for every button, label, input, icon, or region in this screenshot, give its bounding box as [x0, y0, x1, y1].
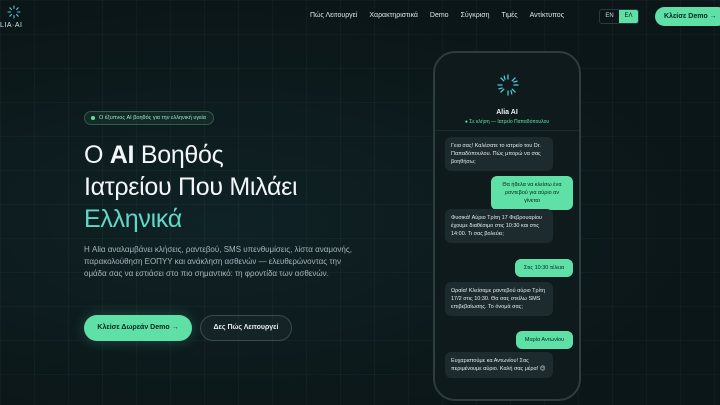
hero-title-line-3: Ελληνικά: [84, 205, 182, 233]
title-prefix: Ο: [84, 141, 110, 169]
phone-mockup: Alia AI ● Σε κλήση — Ιατρείο Παπαδόπουλο…: [433, 51, 581, 401]
nav-link-how-it-works[interactable]: Πώς Λειτουργεί: [310, 12, 357, 19]
nav-link-impact[interactable]: Αντίκτυπος: [530, 12, 564, 19]
chat-message-ai: Ωραία! Κλείσαμε ραντεβού αύριο Τρίτη 17/…: [445, 282, 553, 316]
hero-description: Η Aliα αναλαμβάνει κλήσεις, ραντεβού, SM…: [84, 245, 352, 279]
chat-message-ai: Ευχαριστούμε κα Αντωνίου! Σας περιμένουμ…: [445, 352, 553, 378]
hero-title-line-1: Ο AI Βοηθός: [84, 140, 224, 170]
hero-title-line-2: Ιατρείου Που Μιλάει: [84, 173, 298, 201]
language-toggle: EN ΕΛ: [599, 9, 639, 24]
top-navigation: LIA·AI Πώς Λειτουργεί Χαρακτηριστικά Dem…: [0, 0, 720, 34]
brand-logo[interactable]: LIA·AI: [0, 4, 36, 30]
badge-dot-icon: [91, 116, 95, 120]
badge-text: Ο έξυπνος AI βοηθός για την ελληνική υγε…: [99, 115, 206, 121]
chat-message-user: Στις 10:30 τέλεια: [515, 259, 573, 277]
call-status: ● Σε κλήση — Ιατρείο Παπαδόπουλου: [464, 119, 550, 125]
title-suffix: Βοηθός: [134, 141, 224, 169]
logo-icon: [7, 5, 21, 19]
nav-link-demo[interactable]: Demo: [430, 12, 449, 19]
chat-message-ai: Γεια σας! Καλέσατε το ιατρείο του Dr. Πα…: [445, 137, 553, 171]
chat-message-ai: Φυσικά! Αύριο Τρίτη 17 Φεβρουαρίου έχουμ…: [445, 209, 553, 243]
see-how-it-works-button[interactable]: Δες Πώς Λειτουργεί: [200, 315, 292, 341]
title-ai-word: AI: [109, 141, 135, 169]
chat-message-user: Θα ήθελα να κλείσω ένα ραντεβού για αύρι…: [491, 176, 573, 210]
book-free-demo-button[interactable]: Κλείσε Δωρεάν Demo →: [84, 315, 192, 341]
assistant-avatar-icon: [497, 74, 519, 96]
assistant-name: Alia AI: [496, 109, 518, 116]
nav-link-features[interactable]: Χαρακτηριστικά: [369, 12, 418, 19]
hero-badge: Ο έξυπνος AI βοηθός για την ελληνική υγε…: [84, 111, 214, 125]
lang-en-button[interactable]: EN: [600, 10, 619, 23]
nav-link-pricing[interactable]: Τιμές: [502, 12, 518, 19]
chat-message-user: Μαρία Αντωνίου: [516, 331, 573, 349]
phone-chat-header: Alia AI ● Σε κλήση — Ιατρείο Παπαδόπουλο…: [435, 53, 579, 131]
lang-el-button[interactable]: ΕΛ: [619, 10, 638, 23]
nav-link-comparison[interactable]: Σύγκριση: [461, 12, 490, 19]
book-demo-nav-button[interactable]: Κλείσε Demo →: [655, 7, 720, 26]
brand-name: LIA·AI: [0, 22, 23, 29]
nav-links: Πώς Λειτουργεί Χαρακτηριστικά Demo Σύγκρ…: [310, 12, 576, 19]
